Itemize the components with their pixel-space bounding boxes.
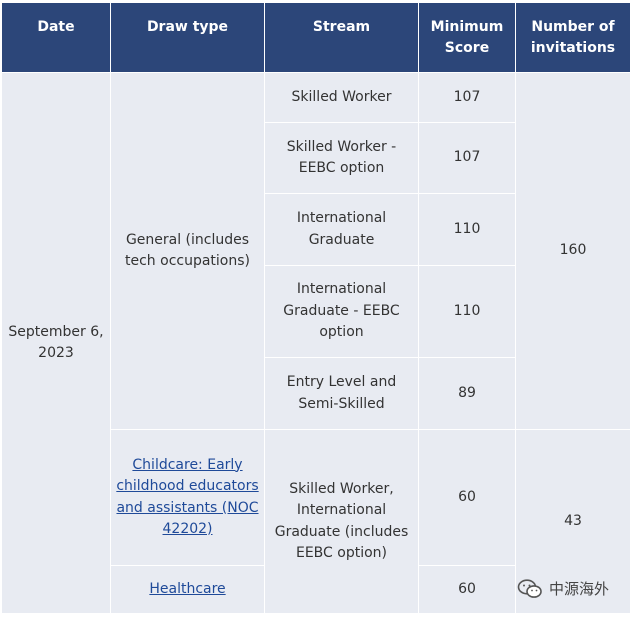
score-cell: 60 bbox=[418, 429, 516, 566]
score-cell: 89 bbox=[418, 357, 516, 430]
stream-cell: International Graduate - EEBC option bbox=[264, 265, 419, 358]
header-number-of-invitations: Number of invitations bbox=[515, 2, 631, 73]
targeted-stream-cell: Skilled Worker, International Graduate (… bbox=[264, 429, 419, 614]
healthcare-draw-type-cell: Healthcare bbox=[110, 565, 265, 614]
header-stream: Stream bbox=[264, 2, 419, 73]
invitation-draws-table: Date Draw type Stream Minimum Score Numb… bbox=[1, 2, 631, 614]
childcare-link[interactable]: Childcare: Early childhood educators and… bbox=[116, 457, 258, 538]
header-row: Date Draw type Stream Minimum Score Numb… bbox=[1, 2, 631, 73]
childcare-draw-type-cell: Childcare: Early childhood educators and… bbox=[110, 429, 265, 566]
stream-cell: International Graduate bbox=[264, 193, 419, 266]
general-draw-type-cell: General (includes tech occupations) bbox=[110, 72, 265, 430]
score-cell: 107 bbox=[418, 72, 516, 123]
score-cell: 110 bbox=[418, 193, 516, 266]
stream-cell: Entry Level and Semi-Skilled bbox=[264, 357, 419, 430]
draw-date-cell: September 6, 2023 bbox=[1, 72, 111, 614]
table-row: September 6, 2023 General (includes tech… bbox=[1, 72, 631, 614]
watermark-text: 中源海外 bbox=[549, 580, 610, 598]
stream-cell: Skilled Worker bbox=[264, 72, 419, 123]
watermark: 中源海外 bbox=[517, 578, 609, 599]
wechat-icon bbox=[517, 578, 543, 599]
score-cell: 60 bbox=[418, 565, 516, 614]
score-cell: 107 bbox=[418, 122, 516, 194]
header-date: Date bbox=[1, 2, 111, 73]
header-minimum-score: Minimum Score bbox=[418, 2, 516, 73]
healthcare-link[interactable]: Healthcare bbox=[149, 581, 225, 597]
header-draw-type: Draw type bbox=[110, 2, 265, 73]
stream-cell: Skilled Worker - EEBC option bbox=[264, 122, 419, 194]
score-cell: 110 bbox=[418, 265, 516, 358]
general-invitations-cell: 160 bbox=[515, 72, 631, 430]
